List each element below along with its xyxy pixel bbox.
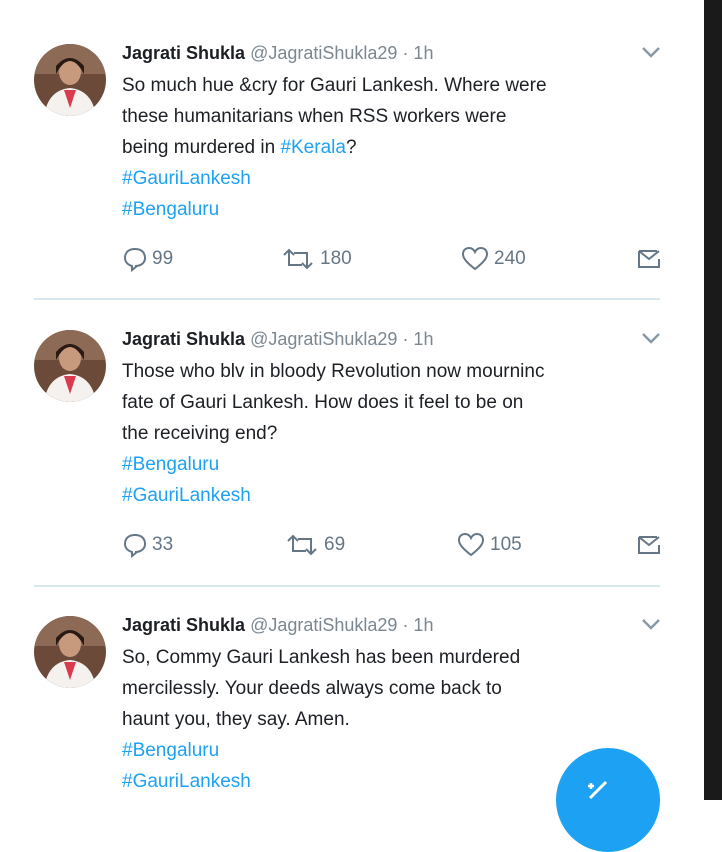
reply-button[interactable]: 33: [122, 530, 173, 560]
hashtag-link[interactable]: #Bengaluru: [122, 199, 219, 220]
chevron-down-icon[interactable]: [640, 330, 662, 346]
hashtag-link[interactable]: #GauriLankesh: [122, 168, 251, 189]
reply-count: 99: [152, 248, 174, 269]
like-count: 240: [494, 248, 526, 269]
author-name[interactable]: Jagrati Shukla: [122, 329, 245, 349]
retweet-button[interactable]: 69: [284, 530, 345, 560]
tweet-text-line: #GauriLankesh: [122, 163, 662, 194]
tweet-actions: 33 69 105: [122, 530, 672, 560]
retweet-count: 180: [320, 248, 352, 269]
like-button[interactable]: 105: [456, 530, 522, 560]
tweet-text-line: #Bengaluru: [122, 194, 662, 225]
hashtag-link[interactable]: #Bengaluru: [122, 454, 219, 475]
tweet-text-line: #Bengaluru: [122, 449, 662, 480]
tweet-text-line: #GauriLankesh: [122, 480, 662, 511]
tweet-text-line: these humanitarians when RSS workers wer…: [122, 106, 507, 127]
author-handle[interactable]: @JagratiShukla29: [250, 43, 397, 63]
tweet-divider: [34, 298, 660, 300]
author-name[interactable]: Jagrati Shukla: [122, 43, 245, 63]
reply-button[interactable]: 99: [122, 244, 173, 274]
direct-message-icon: [638, 536, 660, 554]
tweet-text-line: So, Commy Gauri Lankesh has been murdere…: [122, 647, 521, 668]
direct-message-button[interactable]: [636, 530, 666, 560]
tweet-text: So much hue &cry for Gauri Lankesh. Wher…: [122, 70, 662, 225]
chevron-down-icon[interactable]: [640, 44, 662, 60]
tweet-timeline: Jagrati Shukla @JagratiShukla29 · 1h So …: [0, 0, 704, 852]
direct-message-icon: [638, 250, 660, 268]
reply-icon: [123, 533, 147, 558]
tweet-timestamp[interactable]: · 1h: [402, 615, 433, 635]
tweet-text: Those who blv in bloody Revolution now m…: [122, 356, 662, 511]
hashtag-link[interactable]: #GauriLankesh: [122, 485, 251, 506]
chevron-down-icon[interactable]: [640, 616, 662, 632]
tweet-text-line: being murdered in #Kerala?: [122, 137, 357, 158]
tweet-header: Jagrati Shukla @JagratiShukla29 · 1h: [122, 326, 433, 352]
retweet-icon: [287, 534, 317, 556]
avatar[interactable]: [34, 616, 106, 688]
hashtag-link[interactable]: #GauriLankesh: [122, 771, 251, 792]
tweet-text-line: fate of Gauri Lankesh. How does it feel …: [122, 392, 524, 413]
tweet-text-line: the receiving end?: [122, 423, 278, 444]
compose-tweet-button[interactable]: [556, 748, 660, 852]
author-handle[interactable]: @JagratiShukla29: [250, 615, 397, 635]
tweet-header: Jagrati Shukla @JagratiShukla29 · 1h: [122, 40, 433, 66]
heart-icon: [461, 246, 489, 271]
reply-count: 33: [152, 534, 174, 555]
like-count: 105: [490, 534, 522, 555]
hashtag-link[interactable]: #Bengaluru: [122, 740, 219, 761]
retweet-button[interactable]: 180: [280, 244, 352, 274]
retweet-count: 69: [324, 534, 346, 555]
tweet-text-line: haunt you, they say. Amen.: [122, 709, 350, 730]
author-handle[interactable]: @JagratiShukla29: [250, 329, 397, 349]
compose-tweet-icon: [588, 780, 608, 800]
author-name[interactable]: Jagrati Shukla: [122, 615, 245, 635]
tweet-timestamp[interactable]: · 1h: [402, 43, 433, 63]
tweet-header: Jagrati Shukla @JagratiShukla29 · 1h: [122, 612, 433, 638]
tweet-text-line: Those who blv in bloody Revolution now m…: [122, 361, 545, 382]
avatar[interactable]: [34, 44, 106, 116]
tweet-text-line: mercilessly. Your deeds always come back…: [122, 678, 502, 699]
reply-icon: [123, 247, 147, 272]
tweet-divider: [34, 585, 660, 587]
screen-edge: [704, 0, 722, 800]
direct-message-button[interactable]: [636, 244, 666, 274]
heart-icon: [457, 532, 485, 557]
tweet-timestamp[interactable]: · 1h: [402, 329, 433, 349]
hashtag-link[interactable]: #Kerala: [280, 137, 346, 158]
tweet-actions: 99 180 240: [122, 244, 672, 274]
retweet-icon: [283, 248, 313, 270]
avatar[interactable]: [34, 330, 106, 402]
tweet-text-line: So much hue &cry for Gauri Lankesh. Wher…: [122, 75, 547, 96]
like-button[interactable]: 240: [460, 244, 526, 274]
